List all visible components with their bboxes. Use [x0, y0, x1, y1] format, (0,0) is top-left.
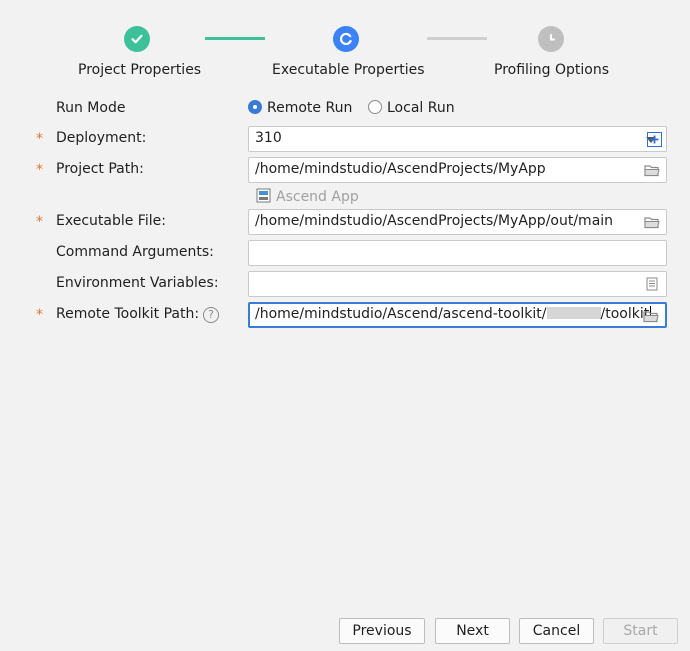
- environment-variables-input[interactable]: [248, 271, 667, 297]
- remote-toolkit-path-prefix: /home/mindstudio/Ascend/ascend-toolkit/: [255, 306, 547, 322]
- step-connector: [427, 37, 487, 40]
- step-label: Executable Properties: [272, 62, 425, 78]
- ascend-app-icon: [256, 188, 271, 203]
- required-marker: *: [36, 307, 43, 323]
- run-mode-row: Run Mode Remote Run Local Run: [0, 96, 690, 124]
- run-mode-label: Run Mode: [56, 100, 126, 116]
- folder-icon[interactable]: [644, 163, 660, 177]
- command-arguments-input[interactable]: [248, 240, 667, 266]
- step-profiling-options: Profiling Options: [494, 26, 610, 78]
- folder-icon[interactable]: [644, 215, 660, 229]
- step-connector: [205, 37, 265, 40]
- required-marker: *: [36, 162, 43, 178]
- project-path-row: * Project Path: /home/mindstudio/AscendP…: [0, 157, 690, 185]
- required-marker: *: [36, 131, 43, 147]
- check-icon: [124, 26, 150, 52]
- folder-icon[interactable]: [643, 309, 659, 323]
- command-arguments-row: Command Arguments:: [0, 240, 690, 268]
- step-label: Project Properties: [78, 62, 202, 78]
- executable-file-input[interactable]: /home/mindstudio/AscendProjects/MyApp/ou…: [248, 209, 667, 235]
- progress-icon: [333, 26, 359, 52]
- add-deployment-button[interactable]: [647, 132, 662, 147]
- remote-toolkit-path-suffix: /toolkit: [600, 306, 650, 322]
- start-button[interactable]: Start: [603, 618, 678, 644]
- radio-checked-icon[interactable]: [248, 100, 262, 114]
- previous-button[interactable]: Previous: [339, 618, 425, 644]
- deployment-label: Deployment:: [56, 130, 147, 146]
- step-executable-properties: Executable Properties: [272, 26, 425, 78]
- required-marker: *: [36, 214, 43, 230]
- plus-icon: [650, 135, 659, 144]
- document-list-icon[interactable]: [644, 277, 660, 291]
- clock-icon: [538, 26, 564, 52]
- radio-unchecked-icon[interactable]: [368, 100, 382, 114]
- project-path-input[interactable]: /home/mindstudio/AscendProjects/MyApp: [248, 157, 667, 183]
- remote-toolkit-path-row: * Remote Toolkit Path: ? /home/mindstudi…: [0, 302, 690, 330]
- ascend-app-button[interactable]: Ascend App: [256, 188, 359, 205]
- cancel-button[interactable]: Cancel: [519, 618, 594, 644]
- environment-variables-label: Environment Variables:: [56, 275, 219, 291]
- deployment-value: 310: [255, 130, 282, 146]
- step-project-properties: Project Properties: [78, 26, 202, 78]
- step-label: Profiling Options: [494, 62, 610, 78]
- help-icon[interactable]: ?: [203, 307, 219, 323]
- project-path-value: /home/mindstudio/AscendProjects/MyApp: [255, 161, 546, 177]
- environment-variables-row: Environment Variables:: [0, 271, 690, 299]
- radio-remote-run[interactable]: Remote Run: [248, 100, 352, 116]
- executable-file-value: /home/mindstudio/AscendProjects/MyApp/ou…: [255, 213, 614, 229]
- deployment-row: * Deployment: 310: [0, 126, 690, 154]
- project-path-label: Project Path:: [56, 161, 144, 177]
- executable-file-label: Executable File:: [56, 213, 166, 229]
- remote-toolkit-path-label: Remote Toolkit Path:: [56, 306, 200, 322]
- redacted-segment: [546, 307, 601, 319]
- command-arguments-label: Command Arguments:: [56, 244, 214, 260]
- executable-file-row: * Executable File: /home/mindstudio/Asce…: [0, 209, 690, 237]
- radio-local-run[interactable]: Local Run: [368, 100, 455, 116]
- next-button[interactable]: Next: [435, 618, 510, 644]
- deployment-select[interactable]: 310: [248, 126, 667, 152]
- remote-toolkit-path-input[interactable]: /home/mindstudio/Ascend/ascend-toolkit/ /…: [248, 302, 667, 328]
